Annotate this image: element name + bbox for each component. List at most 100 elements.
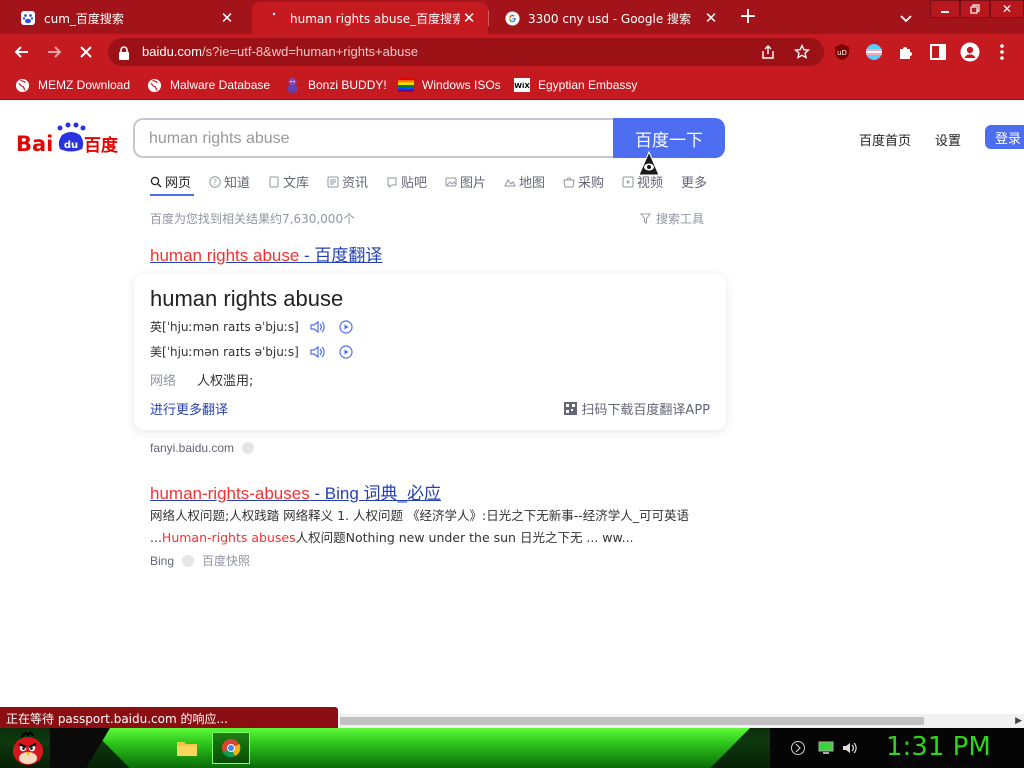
scroll-right-arrow-icon[interactable]: ▶	[1015, 716, 1022, 726]
login-button[interactable]: 登录	[985, 125, 1024, 149]
image-icon	[445, 176, 457, 188]
active-tab-underline	[150, 194, 194, 196]
bookmark-malware-database[interactable]: Malware Database	[146, 76, 270, 94]
tab-title: cum_百度搜索	[44, 11, 124, 26]
bonzi-gorilla-icon	[284, 77, 300, 93]
tab-title: 3300 cny usd - Google 搜索	[528, 11, 692, 26]
tab-cum-search[interactable]: cum_百度搜索 ✕	[6, 2, 246, 34]
volume-icon[interactable]	[838, 732, 862, 764]
baidu-logo[interactable]: Bai du 百度	[16, 121, 120, 156]
tab-tieba[interactable]: 贴吧	[386, 172, 427, 191]
tab-video[interactable]: 视频	[622, 172, 663, 191]
search-button[interactable]: 百度一下	[613, 118, 725, 158]
shop-icon	[563, 176, 575, 188]
news-icon	[327, 176, 339, 188]
source-dot-icon	[242, 442, 255, 454]
chrome-taskbar-icon[interactable]	[212, 732, 250, 764]
tab-google-search[interactable]: 3300 cny usd - Google 搜索 ✕	[490, 2, 730, 34]
tab-news[interactable]: 资讯	[327, 172, 368, 191]
bookmark-memz[interactable]: MEMZ Download	[14, 76, 130, 94]
file-explorer-icon[interactable]	[168, 732, 206, 764]
bookmark-windows-isos[interactable]: Windows ISOs	[398, 76, 501, 94]
stop-loading-icon[interactable]	[74, 40, 98, 64]
svg-text:WiX: WiX	[514, 82, 530, 90]
taskbar-clock[interactable]: 1:31 PM	[886, 732, 991, 762]
result-source-fanyi: fanyi.baidu.com	[150, 441, 255, 455]
result-title-translation[interactable]: human rights abuse - 百度翻译	[150, 241, 382, 266]
menu-kebab-icon[interactable]	[992, 42, 1012, 62]
speaker-icon[interactable]	[309, 319, 327, 335]
tab-title: human rights abuse_百度搜索	[290, 11, 460, 26]
scrollbar-thumb[interactable]	[340, 717, 924, 725]
close-window-icon[interactable]: ✕	[990, 0, 1024, 18]
horizontal-scrollbar[interactable]: ▶	[338, 714, 1024, 728]
tab-close-icon[interactable]: ✕	[218, 9, 236, 27]
start-angry-bird-icon[interactable]	[6, 728, 50, 768]
back-icon[interactable]	[10, 40, 34, 64]
taskbar-decoration	[50, 728, 110, 768]
tab-wenku[interactable]: 文库	[268, 172, 309, 191]
follow-read-icon[interactable]	[337, 344, 355, 360]
tab-search-chevron-icon[interactable]	[896, 8, 916, 28]
svg-text:百度: 百度	[84, 135, 119, 155]
net-meaning: 人权滥用;	[197, 374, 254, 389]
extensions-puzzle-icon[interactable]	[896, 42, 916, 62]
bookmark-egyptian-embassy[interactable]: WiX Egyptian Embassy	[514, 76, 637, 94]
document-icon	[268, 176, 280, 188]
bookmark-star-icon[interactable]	[792, 42, 812, 62]
new-tab-icon[interactable]: +	[736, 6, 760, 30]
tab-purchase[interactable]: 采购	[563, 172, 604, 191]
settings-link[interactable]: 设置	[935, 130, 961, 149]
globe-icon	[14, 77, 30, 93]
qr-code-icon	[564, 402, 578, 415]
download-app-link[interactable]: 扫码下载百度翻译APP	[564, 399, 710, 418]
network-monitor-icon[interactable]	[814, 732, 838, 764]
translated-word: human rights abuse	[150, 286, 344, 311]
search-icon	[150, 176, 162, 188]
baidu-paw-icon	[20, 10, 36, 26]
wix-icon: WiX	[514, 77, 530, 93]
tab-zhidao[interactable]: ? 知道	[209, 172, 250, 191]
google-icon	[504, 10, 520, 26]
profile-avatar-icon[interactable]	[960, 42, 980, 62]
lock-icon[interactable]	[118, 45, 130, 64]
search-input[interactable]	[149, 128, 589, 150]
minimize-icon[interactable]	[930, 0, 960, 18]
tab-images[interactable]: 图片	[445, 172, 486, 191]
snapshot-link[interactable]: 百度快照	[202, 552, 250, 569]
loading-icon	[266, 10, 282, 26]
restore-icon[interactable]	[960, 0, 990, 18]
baidu-home-link[interactable]: 百度首页	[859, 130, 911, 149]
tab-maps[interactable]: 地图	[504, 172, 545, 191]
filter-icon	[640, 213, 651, 224]
pronunciation-us: 美 [ˈhjuːmən raɪts əˈbjuːs]	[150, 343, 355, 360]
net-label: 网络	[150, 374, 177, 389]
map-icon	[504, 176, 516, 188]
bookmark-bonzi-buddy[interactable]: Bonzi BUDDY!	[284, 76, 387, 94]
result-snippet-line: ...Human-rights abuses人权问题Nothing new un…	[150, 530, 634, 545]
follow-read-icon[interactable]	[337, 319, 355, 335]
forward-icon[interactable]	[42, 40, 66, 64]
source-dot-icon	[182, 554, 195, 567]
tab-more[interactable]: 更多	[681, 172, 707, 191]
side-panel-icon[interactable]	[928, 42, 948, 62]
result-title-bing[interactable]: human-rights-abuses - Bing 词典_必应	[150, 479, 441, 504]
rainbow-flag-icon	[398, 77, 414, 93]
share-icon[interactable]	[758, 42, 778, 62]
ublock-icon[interactable]: uD	[832, 42, 852, 62]
tab-close-icon[interactable]: ✕	[460, 9, 478, 27]
address-bar[interactable]: baidu.com/s?ie=utf-8&wd=human+rights+abu…	[108, 38, 824, 66]
tab-human-rights-search[interactable]: human rights abuse_百度搜索 ✕	[252, 2, 488, 34]
translation-card: human rights abuse 英 [ˈhjuːmən raɪts əˈbj…	[134, 274, 726, 430]
question-icon: ?	[209, 175, 221, 188]
taskbar: 1:31 PM	[0, 728, 1024, 768]
speaker-icon[interactable]	[309, 344, 327, 360]
more-translation-link[interactable]: 进行更多翻译	[150, 399, 228, 418]
pride-extension-icon[interactable]	[864, 42, 884, 62]
search-box[interactable]	[133, 118, 614, 158]
tray-app-icon[interactable]	[786, 732, 810, 764]
result-source-bing: Bing 百度快照	[150, 552, 251, 569]
tab-web[interactable]: 网页	[150, 172, 191, 191]
tab-close-icon[interactable]: ✕	[702, 9, 720, 27]
search-tools-button[interactable]: 搜索工具	[640, 210, 704, 227]
